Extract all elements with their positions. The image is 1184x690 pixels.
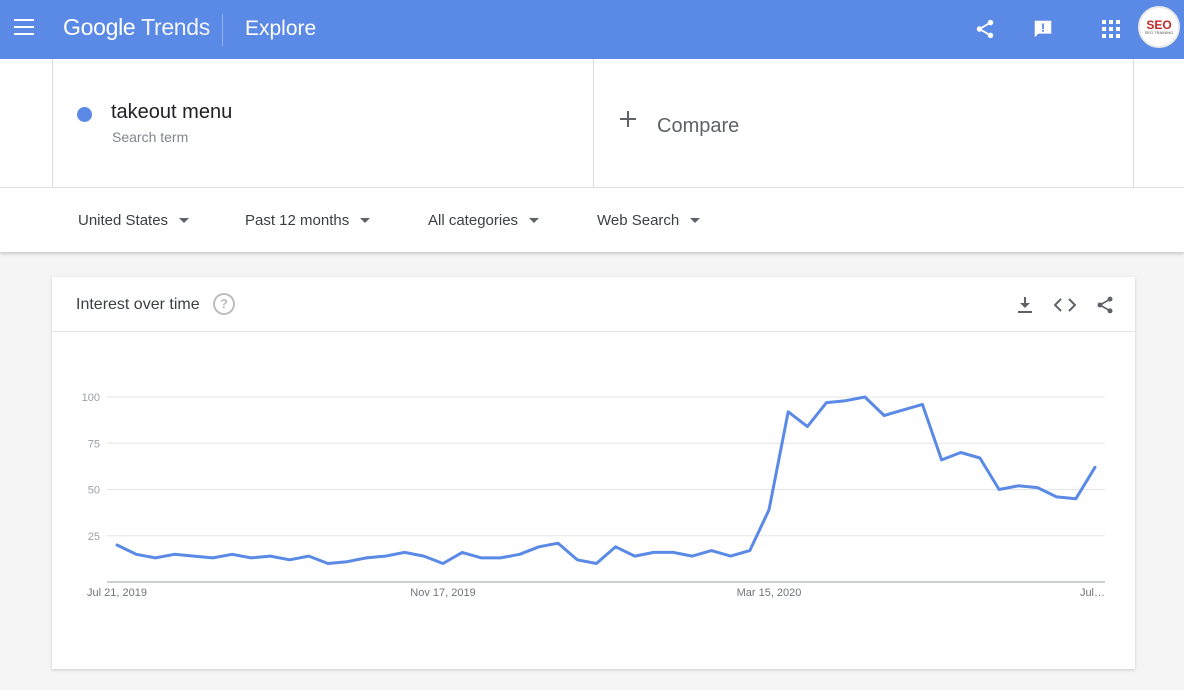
card-title: Interest over time [76,296,200,313]
search-type-filter-label: Web Search [597,212,680,229]
region-filter[interactable]: United States [78,212,190,229]
interest-line-chart[interactable]: 100 75 50 25 Jul 21, 2019 Nov 17, 2019 Mar 15,… [52,333,1135,669]
account-avatar[interactable]: SEO SEO TRAINING [1138,6,1180,48]
google-trends-logo[interactable]: Google Trends [63,14,210,41]
chevron-down-icon [690,218,701,223]
compare-card[interactable]: Compare [593,59,1134,187]
avatar-subtext: SEO TRAINING [1144,30,1174,35]
page-title: Explore [245,17,317,40]
logo-trends-text: Trends [141,14,210,40]
filter-bar: United States Past 12 months All categor… [0,187,1184,252]
time-range-filter[interactable]: Past 12 months [245,212,371,229]
x-tick-label: Mar 15, 2020 [737,587,802,599]
search-term-sublabel: Search term [112,129,189,145]
share-icon[interactable] [970,14,1000,44]
category-filter-label: All categories [428,212,519,229]
embed-code-icon[interactable] [1053,293,1077,317]
download-icon[interactable] [1013,293,1037,317]
chevron-down-icon [179,218,190,223]
plus-icon [620,111,636,127]
search-terms-panel: takeout menu Search term Compare [0,59,1184,187]
x-tick-label: Jul 21, 2019 [87,587,147,599]
hamburger-menu-icon[interactable] [14,19,34,35]
x-tick-label: Jul… [1080,587,1105,599]
y-tick-label: 75 [88,438,100,450]
card-header: Interest over time ? [52,277,1135,332]
chevron-down-icon [529,218,540,223]
chevron-down-icon [360,218,371,223]
apps-grid-icon[interactable] [1096,14,1126,44]
y-tick-label: 50 [88,485,100,497]
time-range-filter-label: Past 12 months [245,212,350,229]
region-filter-label: United States [78,212,169,229]
series-line[interactable] [115,395,1097,565]
search-term-card[interactable]: takeout menu Search term [52,59,593,187]
logo-google-text: Google [63,14,136,40]
compare-label: Compare [657,115,740,137]
feedback-icon[interactable] [1028,14,1058,44]
term-color-dot [77,107,92,122]
top-app-bar: Google Trends Explore SEO SEO TRAINING [0,0,1184,59]
x-tick-label: Nov 17, 2019 [410,587,475,599]
header-divider [222,14,223,46]
help-icon[interactable]: ? [213,293,235,315]
category-filter[interactable]: All categories [428,212,540,229]
search-term-label[interactable]: takeout menu [111,101,232,124]
interest-over-time-card: Interest over time ? 100 75 50 25 Jul 21, 20… [52,277,1135,669]
y-tick-label: 25 [88,531,100,543]
search-type-filter[interactable]: Web Search [597,212,701,229]
avatar-logo: SEO SEO TRAINING [1145,19,1174,35]
share-icon[interactable] [1093,293,1117,317]
y-tick-label: 100 [82,392,100,404]
